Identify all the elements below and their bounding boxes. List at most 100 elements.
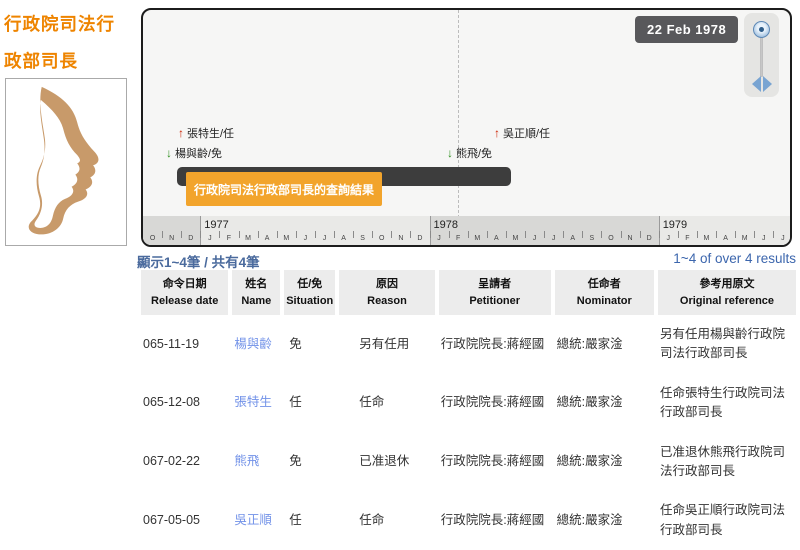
column-header-en: Nominator bbox=[557, 293, 652, 310]
pan-left-icon[interactable] bbox=[752, 76, 761, 92]
cell-name: 熊飛 bbox=[232, 433, 280, 492]
cell-release_date: 067-05-05 bbox=[141, 491, 228, 550]
pan-right-icon[interactable] bbox=[763, 76, 772, 92]
results-table: 命令日期Release date姓名Name任/免Situation原因Reas… bbox=[137, 270, 800, 550]
axis-month-label: F bbox=[685, 235, 689, 242]
axis-month-tick bbox=[525, 231, 526, 238]
table-row: 067-02-22熊飛免已准退休行政院院長:蔣經國總統:嚴家淦已准退休熊飛行政院… bbox=[141, 433, 796, 492]
axis-month-tick bbox=[430, 231, 431, 238]
table-row: 067-05-05吳正順任任命行政院院長:蔣經國總統:嚴家淦任命吳正順行政院司法… bbox=[141, 491, 796, 550]
axis-month-tick bbox=[754, 231, 755, 238]
column-header-reason: 原因Reason bbox=[339, 270, 434, 315]
cell-nominator: 總統:嚴家淦 bbox=[555, 374, 654, 433]
zoom-slider[interactable] bbox=[744, 13, 779, 97]
axis-month-tick bbox=[563, 231, 564, 238]
axis-month-label: N bbox=[169, 235, 174, 242]
axis-month-tick bbox=[544, 231, 545, 238]
column-header-zh: 姓名 bbox=[234, 276, 278, 293]
timeline-marker-down[interactable]: ↓楊與齡/免 bbox=[166, 145, 222, 161]
axis-month-tick bbox=[735, 231, 736, 238]
axis-month-label: D bbox=[417, 235, 422, 242]
column-header-zh: 任命者 bbox=[557, 276, 652, 293]
axis-month-label: M bbox=[742, 235, 748, 242]
axis-month-tick bbox=[506, 231, 507, 238]
cell-name: 張特生 bbox=[232, 374, 280, 433]
cell-reference: 任命張特生行政院司法行政部司長 bbox=[658, 374, 796, 433]
cell-release_date: 065-11-19 bbox=[141, 315, 228, 374]
column-header-release-date: 命令日期Release date bbox=[141, 270, 228, 315]
axis-month-tick bbox=[353, 231, 354, 238]
cell-reason: 任命 bbox=[339, 374, 434, 433]
axis-month-label: A bbox=[341, 235, 346, 242]
page-title-line2: 政部司長 bbox=[4, 43, 134, 80]
axis-month-label: M bbox=[283, 235, 289, 242]
axis-month-label: J bbox=[762, 235, 766, 242]
timeline-marker-up[interactable]: ↑吳正順/任 bbox=[494, 125, 550, 141]
result-count-en: 1~4 of over 4 results bbox=[673, 251, 796, 266]
slider-knob[interactable] bbox=[753, 21, 770, 38]
axis-month-tick bbox=[621, 231, 622, 238]
axis-month-label: J bbox=[781, 235, 785, 242]
marker-label: 熊飛/免 bbox=[456, 148, 492, 160]
person-name-link[interactable]: 楊與齡 bbox=[234, 337, 272, 351]
axis-month-tick bbox=[468, 231, 469, 238]
axis-month-label: N bbox=[628, 235, 633, 242]
column-header-petitioner: 呈請者Petitioner bbox=[439, 270, 551, 315]
axis-month-tick bbox=[773, 231, 774, 238]
column-header-zh: 任/免 bbox=[286, 276, 333, 293]
cell-petitioner: 行政院院長:蔣經國 bbox=[439, 491, 551, 550]
axis-month-label: N bbox=[398, 235, 403, 242]
person-name-link[interactable]: 張特生 bbox=[234, 395, 272, 409]
cell-name: 吳正順 bbox=[232, 491, 280, 550]
table-row: 065-12-08張特生任任命行政院院長:蔣經國總統:嚴家淦任命張特生行政院司法… bbox=[141, 374, 796, 433]
axis-month-label: O bbox=[379, 235, 384, 242]
column-header-en: Release date bbox=[143, 293, 226, 310]
current-date-line bbox=[458, 10, 459, 218]
cell-reference: 已准退休熊飛行政院司法行政部司長 bbox=[658, 433, 796, 492]
cell-nominator: 總統:嚴家淦 bbox=[555, 491, 654, 550]
axis-month-label: J bbox=[533, 235, 537, 242]
cell-situation: 任 bbox=[284, 374, 335, 433]
axis-year-label: 1977 bbox=[204, 219, 228, 231]
cell-reason: 已准退休 bbox=[339, 433, 434, 492]
cell-reference: 另有任用楊與齡行政院司法行政部司長 bbox=[658, 315, 796, 374]
cell-release_date: 065-12-08 bbox=[141, 374, 228, 433]
timeline-marker-down[interactable]: ↓熊飛/免 bbox=[447, 145, 492, 161]
axis-month-label: F bbox=[227, 235, 231, 242]
column-header-situation: 任/免Situation bbox=[284, 270, 335, 315]
axis-month-label: S bbox=[590, 235, 595, 242]
appointment-arrow-icon: ↑ bbox=[494, 126, 500, 140]
axis-month-label: M bbox=[513, 235, 519, 242]
timeline-canvas[interactable]: 22 Feb 1978 ↑張特生/任↓楊與齡/免↑吳正順/任↓熊飛/免 行政院司… bbox=[143, 10, 790, 245]
table-row: 065-11-19楊與齡免另有任用行政院院長:蔣經國總統:嚴家淦另有任用楊與齡行… bbox=[141, 315, 796, 374]
timeline-marker-up[interactable]: ↑張特生/任 bbox=[178, 125, 234, 141]
column-header-nominator: 任命者Nominator bbox=[555, 270, 654, 315]
page-title: 行政院司法行 政部司長 bbox=[4, 6, 134, 80]
timeline-panel[interactable]: 22 Feb 1978 ↑張特生/任↓楊與齡/免↑吳正順/任↓熊飛/免 行政院司… bbox=[141, 8, 792, 247]
axis-month-label: F bbox=[456, 235, 460, 242]
axis-month-label: J bbox=[437, 235, 441, 242]
axis-month-label: J bbox=[323, 235, 327, 242]
dismissal-arrow-icon: ↓ bbox=[447, 146, 453, 160]
column-header-en: Situation bbox=[286, 293, 333, 310]
face-profile-icon bbox=[10, 83, 122, 241]
person-name-link[interactable]: 熊飛 bbox=[234, 454, 259, 468]
axis-month-tick bbox=[334, 231, 335, 238]
axis-month-label: J bbox=[304, 235, 308, 242]
column-header-en: Name bbox=[234, 293, 278, 310]
slider-track[interactable] bbox=[760, 37, 763, 77]
column-header-zh: 呈請者 bbox=[441, 276, 549, 293]
marker-label: 吳正順/任 bbox=[503, 128, 550, 140]
marker-label: 楊與齡/免 bbox=[175, 148, 222, 160]
axis-month-label: S bbox=[360, 235, 365, 242]
person-name-link[interactable]: 吳正順 bbox=[234, 513, 272, 527]
cell-reason: 任命 bbox=[339, 491, 434, 550]
axis-month-label: A bbox=[265, 235, 270, 242]
column-header-original-reference: 參考用原文Original reference bbox=[658, 270, 796, 315]
axis-month-tick bbox=[219, 231, 220, 238]
axis-year-label: 1979 bbox=[663, 219, 687, 231]
cell-nominator: 總統:嚴家淦 bbox=[555, 433, 654, 492]
axis-month-label: A bbox=[570, 235, 575, 242]
axis-month-tick bbox=[372, 231, 373, 238]
pan-arrows[interactable] bbox=[744, 75, 779, 93]
